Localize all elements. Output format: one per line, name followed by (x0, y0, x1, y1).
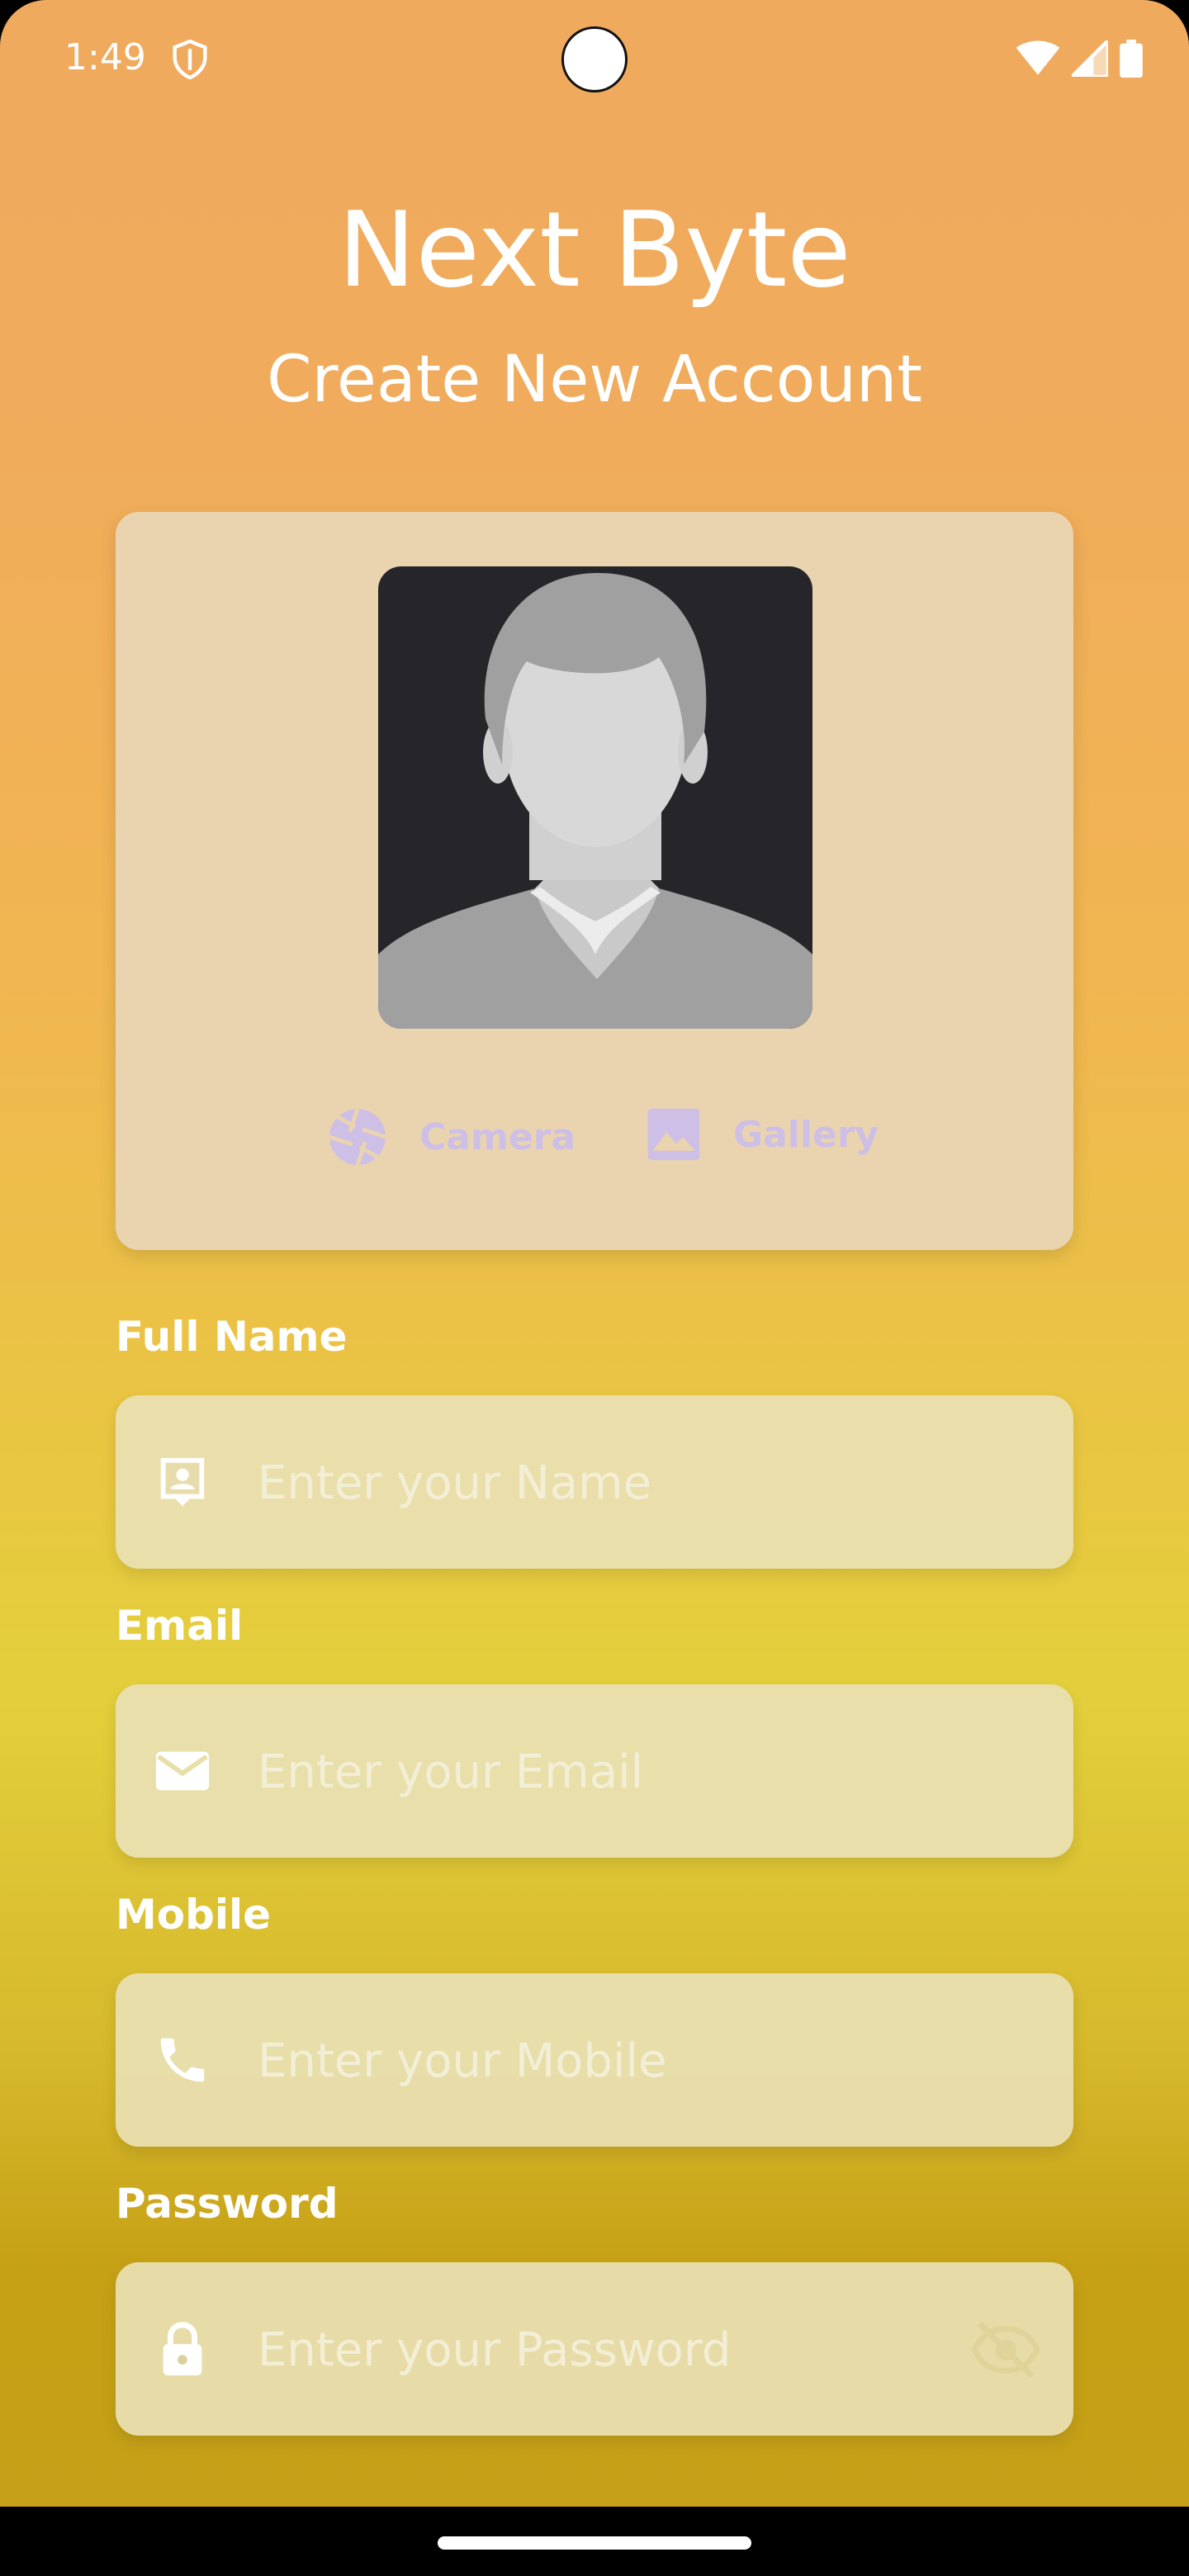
lock-icon (163, 2322, 202, 2376)
avatar-placeholder[interactable] (378, 566, 812, 1029)
front-camera (561, 26, 628, 92)
password-input[interactable] (256, 2308, 920, 2392)
full-name-input[interactable] (256, 1441, 920, 1525)
wifi-icon (1016, 40, 1060, 75)
email-field[interactable] (116, 1684, 1073, 1858)
status-bar: 1:49 (0, 0, 1189, 119)
mail-icon (155, 1751, 210, 1791)
status-time: 1:49 (64, 36, 146, 78)
mobile-label: Mobile (116, 1891, 272, 1939)
password-field[interactable] (116, 2262, 1073, 2436)
battery-icon (1120, 40, 1143, 78)
camera-button[interactable]: Camera (327, 1106, 576, 1167)
gallery-button[interactable]: Gallery (646, 1106, 879, 1163)
password-label: Password (116, 2180, 339, 2228)
mobile-field[interactable] (116, 1973, 1073, 2147)
app-screen: 1:49 Next Byte Create New Account Camera… (0, 0, 1189, 2576)
full-name-field[interactable] (116, 1395, 1073, 1569)
eye-off-icon[interactable] (971, 2318, 1040, 2381)
image-icon (647, 1108, 700, 1161)
email-input[interactable] (256, 1730, 920, 1814)
gallery-label: Gallery (733, 1113, 879, 1156)
mobile-input[interactable] (256, 2019, 920, 2103)
home-gesture-handle[interactable] (438, 2536, 751, 2550)
camera-aperture-icon (329, 1108, 386, 1166)
page-subtitle: Create New Account (267, 343, 922, 417)
person-silhouette-icon (378, 572, 812, 1029)
full-name-label: Full Name (116, 1313, 348, 1361)
camera-label: Camera (419, 1115, 576, 1158)
status-icons (1016, 40, 1143, 78)
phone-icon (160, 2038, 205, 2082)
email-label: Email (116, 1602, 244, 1650)
app-title: Next Byte (338, 189, 851, 310)
signal-icon (1072, 40, 1108, 77)
shield-icon (173, 40, 207, 79)
system-nav-bar (0, 2507, 1189, 2576)
contact-card-icon (160, 1457, 205, 1507)
profile-photo-card: Camera Gallery (116, 512, 1073, 1250)
